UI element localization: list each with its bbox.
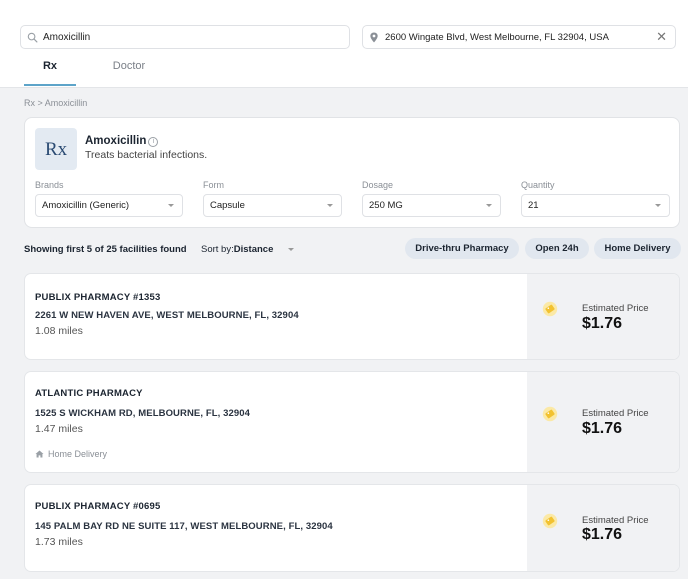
dosage-value: 250 MG <box>369 200 403 211</box>
chevron-down-icon <box>327 204 333 207</box>
pharmacy-address: 1525 S WICKHAM RD, MELBOURNE, FL, 32904 <box>35 408 251 419</box>
search-icon <box>27 32 38 42</box>
pharmacy-name: PUBLIX PHARMACY #0695 <box>35 501 161 512</box>
estimated-price: $1.76 <box>582 420 623 437</box>
chevron-down-icon <box>168 204 174 207</box>
price-panel: Estimated Price $1.76 <box>527 274 679 359</box>
pharmacy-name: ATLANTIC PHARMACY <box>35 388 143 399</box>
form-value: Capsule <box>210 200 245 211</box>
close-icon[interactable]: ✕ <box>656 30 667 44</box>
feature-label: Home Delivery <box>48 449 108 459</box>
dosage-label: Dosage <box>362 180 394 190</box>
estimated-price-label: Estimated Price <box>582 515 649 526</box>
location-box[interactable]: ✕ <box>362 25 676 49</box>
rx-logo: Rx <box>35 128 77 170</box>
filter-drive-thru[interactable]: Drive-thru Pharmacy <box>405 238 519 259</box>
coupon-icon <box>542 513 558 529</box>
drug-name: Amoxicillin <box>85 135 147 147</box>
price-panel: Estimated Price $1.76 <box>527 485 679 571</box>
pharmacy-distance: 1.08 miles <box>35 325 83 337</box>
coupon-icon <box>542 406 558 422</box>
chevron-down-icon[interactable] <box>288 248 294 251</box>
filter-open-24h[interactable]: Open 24h <box>525 238 589 259</box>
rx-symbol-icon: Rx <box>45 139 68 160</box>
drug-description: Treats bacterial infections. <box>85 149 208 161</box>
info-icon[interactable]: i <box>148 137 159 147</box>
coupon-icon <box>542 301 558 317</box>
breadcrumb: Rx > Amoxicillin <box>24 98 88 108</box>
drug-name-row: Amoxicillin i <box>85 135 159 147</box>
brands-select[interactable]: Amoxicillin (Generic) <box>35 194 183 217</box>
home-icon <box>35 450 44 458</box>
form-select[interactable]: Capsule <box>203 194 342 217</box>
quantity-label: Quantity <box>521 180 555 190</box>
pharmacy-card[interactable]: PUBLIX PHARMACY #0695 145 PALM BAY RD NE… <box>24 484 680 572</box>
pharmacy-card[interactable]: PUBLIX PHARMACY #1353 2261 W NEW HAVEN A… <box>24 273 680 360</box>
rx-logo-text: Rx <box>45 139 68 160</box>
location-input[interactable] <box>385 31 645 43</box>
pharmacy-address: 2261 W NEW HAVEN AVE, WEST MELBOURNE, FL… <box>35 310 299 321</box>
estimated-price-label: Estimated Price <box>582 408 649 419</box>
filter-home-delivery[interactable]: Home Delivery <box>594 238 681 259</box>
top-bar: ✕ Rx Doctor <box>0 0 688 88</box>
dosage-select[interactable]: 250 MG <box>362 194 501 217</box>
sort-value: Distance <box>233 244 274 255</box>
location-pin-icon <box>370 32 378 42</box>
quantity-select[interactable]: 21 <box>521 194 670 217</box>
estimated-price: $1.76 <box>582 526 623 543</box>
sort-prefix: Sort by: <box>201 244 234 255</box>
price-panel: Estimated Price $1.76 <box>527 372 679 472</box>
pharmacy-address: 145 PALM BAY RD NE SUITE 117, WEST MELBO… <box>35 521 333 532</box>
brands-label: Brands <box>35 180 64 190</box>
home-delivery-feature: Home Delivery <box>35 449 107 459</box>
estimated-price: $1.76 <box>582 315 623 332</box>
results-summary: Showing first 5 of 25 facilities found <box>24 244 187 255</box>
chevron-down-icon <box>655 204 661 207</box>
pharmacy-distance: 1.47 miles <box>35 423 83 435</box>
chevron-down-icon <box>486 204 492 207</box>
sort-dropdown[interactable]: Sort by:Distance <box>201 244 273 255</box>
quantity-value: 21 <box>528 200 539 211</box>
brands-value: Amoxicillin (Generic) <box>42 200 130 211</box>
pharmacy-distance: 1.73 miles <box>35 536 83 548</box>
drug-card: Rx Amoxicillin i Treats bacterial infecti… <box>24 117 680 228</box>
tab-doctor[interactable]: Doctor <box>100 60 158 86</box>
search-box[interactable] <box>20 25 350 49</box>
tab-rx[interactable]: Rx <box>24 60 76 86</box>
estimated-price-label: Estimated Price <box>582 303 649 314</box>
pharmacy-name: PUBLIX PHARMACY #1353 <box>35 292 161 303</box>
pharmacy-card[interactable]: ATLANTIC PHARMACY 1525 S WICKHAM RD, MEL… <box>24 371 680 473</box>
form-label: Form <box>203 180 224 190</box>
search-input[interactable] <box>43 31 323 43</box>
